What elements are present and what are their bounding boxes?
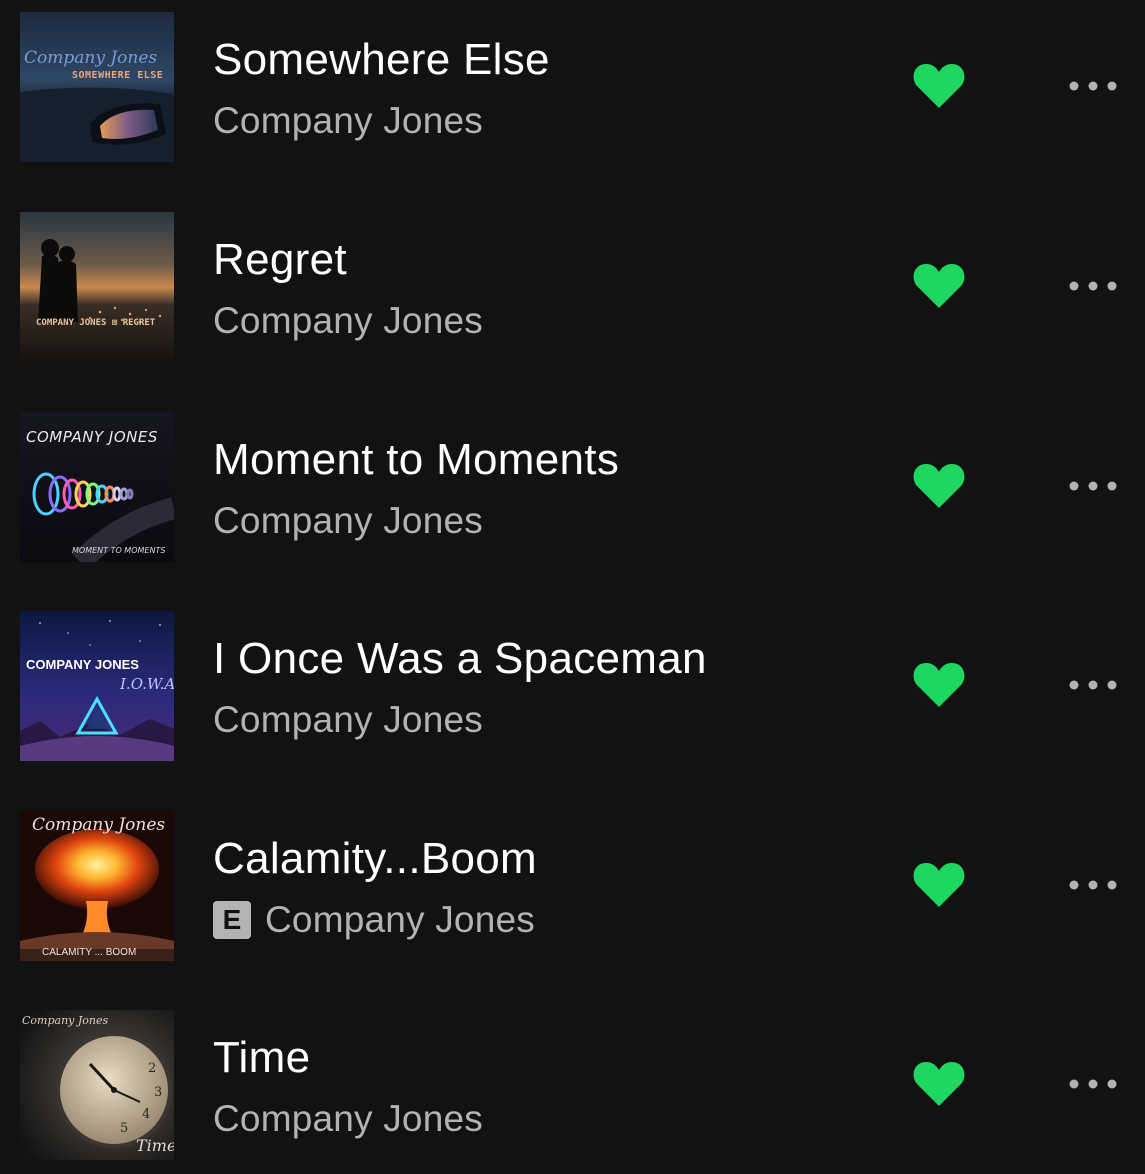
like-button[interactable] — [912, 62, 966, 110]
cover-title-text: SOMEWHERE ELSE — [72, 70, 164, 81]
track-row[interactable]: Company Jones CALAMITY ... BOOM Calamity… — [0, 799, 1145, 961]
more-options-button[interactable] — [1063, 70, 1123, 102]
more-icon — [1069, 281, 1117, 291]
track-title: Somewhere Else — [213, 35, 550, 84]
album-cover: Company Jones CALAMITY ... BOOM — [20, 811, 174, 961]
more-options-button[interactable] — [1063, 1068, 1123, 1100]
like-button[interactable] — [912, 462, 966, 510]
svg-text:4: 4 — [142, 1107, 150, 1122]
heart-icon — [913, 464, 965, 508]
album-cover: COMPANY JONES I.O.W.A.S. — [20, 611, 174, 761]
artist-name[interactable]: Company Jones — [213, 300, 483, 342]
cover-artist-text: Company Jones — [22, 1014, 109, 1027]
track-row[interactable]: COMPANY JONES ⊠ REGRET Regret Company Jo… — [0, 200, 1145, 362]
track-row[interactable]: COMPANY JONES I.O.W.A.S. I Once Was a Sp… — [0, 599, 1145, 761]
more-icon — [1069, 680, 1117, 690]
artist-name[interactable]: Company Jones — [265, 899, 535, 941]
heart-icon — [913, 64, 965, 108]
heart-icon — [913, 863, 965, 907]
more-icon — [1069, 81, 1117, 91]
more-options-button[interactable] — [1063, 270, 1123, 302]
track-row[interactable]: COMPANY JONES MOMENT TO MOMENTS Moment t… — [0, 400, 1145, 562]
album-cover: 2 3 4 5 Company Jones Time — [20, 1010, 174, 1160]
heart-icon — [913, 663, 965, 707]
artist-name[interactable]: Company Jones — [213, 500, 483, 542]
svg-text:2: 2 — [148, 1061, 156, 1076]
heart-icon — [913, 264, 965, 308]
track-row[interactable]: 2 3 4 5 Company Jones Time Time Company … — [0, 998, 1145, 1160]
track-row[interactable]: Company Jones SOMEWHERE ELSE Somewhere E… — [0, 0, 1145, 162]
album-cover: Company Jones SOMEWHERE ELSE — [20, 12, 174, 162]
like-button[interactable] — [912, 1060, 966, 1108]
artist-line: Company Jones — [213, 300, 483, 342]
track-title: Moment to Moments — [213, 435, 620, 484]
more-icon — [1069, 481, 1117, 491]
svg-text:5: 5 — [120, 1121, 128, 1136]
explicit-badge: E — [213, 901, 251, 939]
more-options-button[interactable] — [1063, 869, 1123, 901]
svg-text:3: 3 — [154, 1085, 162, 1100]
track-title: Time — [213, 1033, 311, 1082]
track-title: Regret — [213, 235, 347, 284]
artist-name[interactable]: Company Jones — [213, 699, 483, 741]
artist-line: Company Jones — [213, 699, 483, 741]
artist-line: Company Jones — [213, 500, 483, 542]
more-icon — [1069, 1079, 1117, 1089]
cover-title-text: COMPANY JONES ⊠ REGRET — [36, 318, 156, 328]
cover-title-text: MOMENT TO MOMENTS — [72, 546, 166, 555]
cover-artist-text: Company Jones — [24, 48, 158, 68]
cover-artist-text: Company Jones — [32, 815, 166, 835]
artist-line: E Company Jones — [213, 899, 535, 941]
artist-line: Company Jones — [213, 100, 483, 142]
heart-icon — [913, 1062, 965, 1106]
track-title: I Once Was a Spaceman — [213, 634, 707, 683]
track-list: Company Jones SOMEWHERE ELSE Somewhere E… — [0, 0, 1145, 1174]
cover-artist-text: COMPANY JONES — [26, 428, 158, 446]
cover-title-text: Time — [136, 1136, 174, 1155]
track-title: Calamity...Boom — [213, 834, 537, 883]
artist-name[interactable]: Company Jones — [213, 100, 483, 142]
like-button[interactable] — [912, 262, 966, 310]
artist-line: Company Jones — [213, 1098, 483, 1140]
like-button[interactable] — [912, 661, 966, 709]
artist-name[interactable]: Company Jones — [213, 1098, 483, 1140]
album-cover: COMPANY JONES MOMENT TO MOMENTS — [20, 412, 174, 562]
more-options-button[interactable] — [1063, 669, 1123, 701]
more-options-button[interactable] — [1063, 470, 1123, 502]
album-cover: COMPANY JONES ⊠ REGRET — [20, 212, 174, 362]
cover-title-text: CALAMITY ... BOOM — [42, 947, 137, 958]
cover-artist-text: COMPANY JONES — [26, 657, 139, 672]
like-button[interactable] — [912, 861, 966, 909]
cover-title-text: I.O.W.A.S. — [120, 675, 174, 693]
more-icon — [1069, 880, 1117, 890]
